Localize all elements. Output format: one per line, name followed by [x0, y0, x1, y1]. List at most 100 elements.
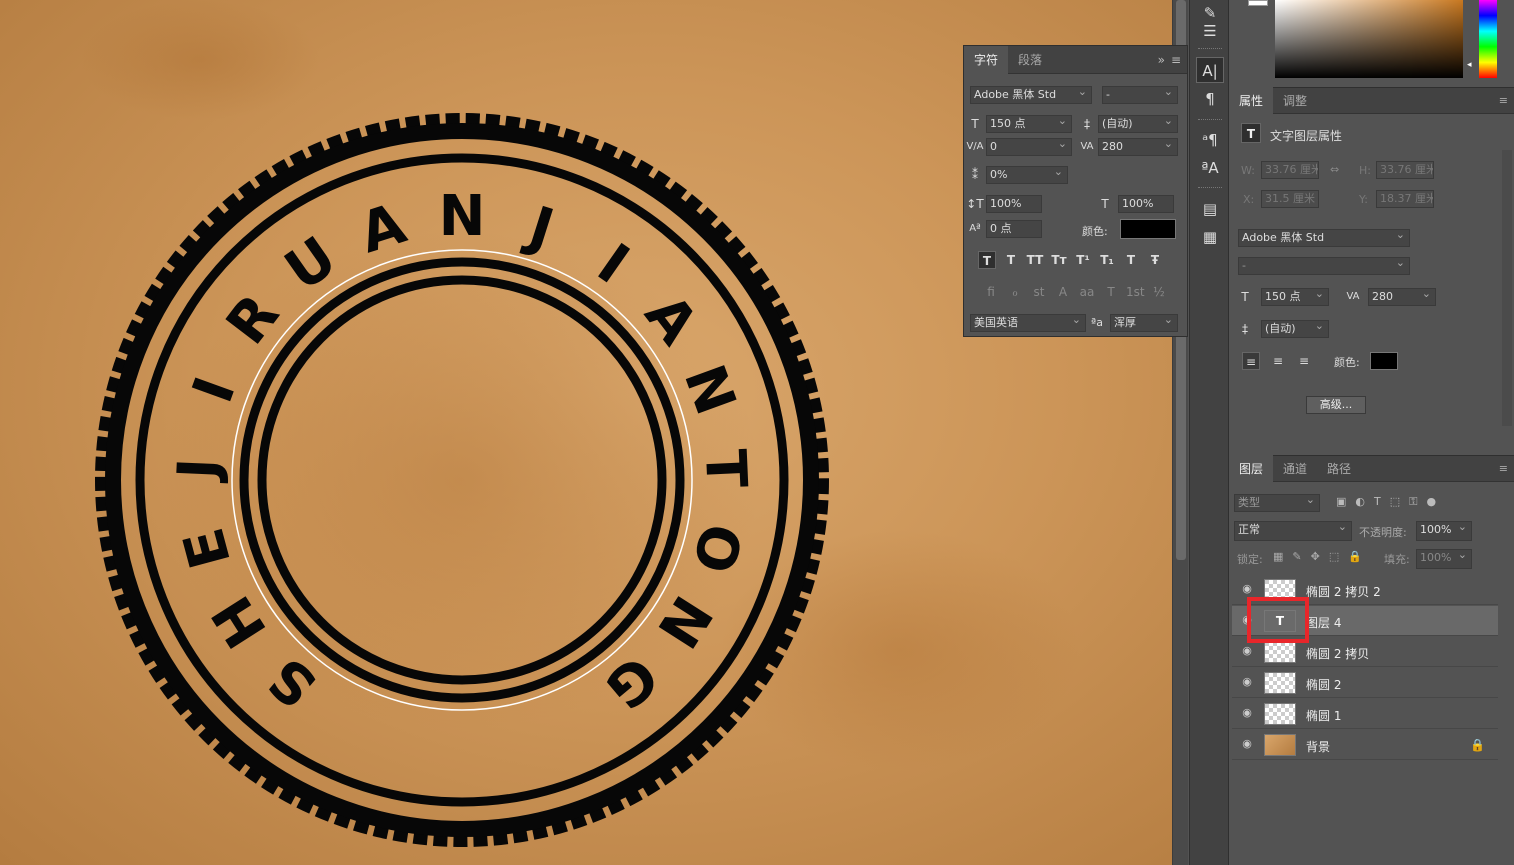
- style-button[interactable]: T₁: [1098, 251, 1116, 269]
- opentype-button[interactable]: fi: [982, 283, 1000, 301]
- baseline-field[interactable]: 0 点: [986, 220, 1042, 238]
- style-button[interactable]: TT: [1026, 251, 1044, 269]
- layer-filter-icons[interactable]: ▣◐T⬚⚿●: [1336, 495, 1445, 509]
- lock-icons[interactable]: ▦✎✥⬚🔒: [1273, 550, 1371, 563]
- opentype-button[interactable]: ½: [1150, 283, 1168, 301]
- kerning-field[interactable]: 0: [986, 138, 1072, 156]
- layer-row[interactable]: ◉ 椭圆 2: [1232, 668, 1498, 698]
- vertical-scale-icon: ↕T: [966, 197, 984, 211]
- opentype-button[interactable]: st: [1030, 283, 1048, 301]
- style-button[interactable]: T: [978, 251, 996, 269]
- style-button[interactable]: T: [1122, 251, 1140, 269]
- tsume-field[interactable]: 0%: [986, 166, 1068, 184]
- font-family-select[interactable]: Adobe 黑体 Std: [970, 86, 1092, 104]
- notes-icon[interactable]: ▦: [1196, 224, 1224, 250]
- prop-color-swatch[interactable]: [1370, 352, 1398, 370]
- text-color-swatch[interactable]: [1120, 219, 1176, 239]
- properties-scrollbar[interactable]: [1502, 150, 1512, 426]
- opentype-button[interactable]: ℴ: [1006, 283, 1024, 301]
- opentype-button[interactable]: aa: [1078, 283, 1096, 301]
- lock-label: 锁定:: [1237, 553, 1263, 566]
- panel-menu-icon[interactable]: ≡: [1171, 53, 1181, 67]
- divider: [1198, 119, 1222, 121]
- opacity-label: 不透明度:: [1359, 526, 1407, 539]
- visibility-eye-icon[interactable]: ◉: [1240, 644, 1254, 658]
- leading-field[interactable]: (自动): [1098, 115, 1178, 133]
- character-panel-tabs: 字符 段落 » ≡: [964, 45, 1187, 74]
- width-field[interactable]: 33.76 厘米: [1261, 161, 1319, 179]
- tab-paths[interactable]: 路径: [1317, 455, 1361, 483]
- opentype-button[interactable]: 1st: [1126, 283, 1145, 301]
- visibility-eye-icon[interactable]: ◉: [1240, 737, 1254, 751]
- prop-font-family-select[interactable]: Adobe 黑体 Std: [1238, 229, 1410, 247]
- properties-title: 文字图层属性: [1270, 129, 1343, 143]
- prop-tracking-icon: VA: [1346, 291, 1360, 302]
- layer-name: 图层 4: [1306, 616, 1342, 630]
- height-field[interactable]: 33.76 厘米: [1376, 161, 1434, 179]
- panel-menu-icon[interactable]: ≡: [1499, 462, 1508, 475]
- leading-icon: ‡: [1084, 117, 1090, 131]
- prop-font-style-select[interactable]: -: [1238, 257, 1410, 275]
- layer-thumbnail: [1264, 734, 1296, 756]
- vertical-scale-field[interactable]: 100%: [986, 195, 1042, 213]
- horizontal-scale-icon: T: [1101, 197, 1109, 211]
- opentype-button[interactable]: T: [1102, 283, 1120, 301]
- paper-stain: [80, 0, 320, 120]
- advanced-button[interactable]: 高级...: [1306, 396, 1366, 414]
- color-picker-field[interactable]: [1275, 0, 1463, 78]
- layer-filter-select[interactable]: 类型: [1234, 494, 1320, 512]
- visibility-eye-icon[interactable]: ◉: [1240, 706, 1254, 720]
- font-size-field[interactable]: 150 点: [986, 115, 1072, 133]
- blend-mode-select[interactable]: 正常: [1234, 521, 1352, 541]
- prop-tracking-field[interactable]: 280: [1368, 288, 1436, 306]
- glyphs-icon[interactable]: ªA: [1196, 155, 1224, 181]
- baseline-icon: Aª: [969, 223, 981, 234]
- tab-channels[interactable]: 通道: [1273, 455, 1317, 483]
- y-label: Y:: [1359, 193, 1368, 206]
- antialias-select[interactable]: 浑厚: [1110, 314, 1178, 332]
- visibility-eye-icon[interactable]: ◉: [1240, 582, 1254, 596]
- char-styles-icon[interactable]: ᵃ¶: [1196, 127, 1224, 153]
- prop-size-icon: T: [1241, 290, 1249, 304]
- y-field[interactable]: 18.37 厘米: [1376, 190, 1434, 208]
- tab-layers[interactable]: 图层: [1229, 454, 1274, 483]
- sliders-icon[interactable]: ☰: [1196, 18, 1224, 44]
- style-button[interactable]: T¹: [1074, 251, 1092, 269]
- horizontal-scale-field[interactable]: 100%: [1118, 195, 1174, 213]
- properties-tabs: 属性 调整 ≡: [1229, 86, 1514, 115]
- prop-size-field[interactable]: 150 点: [1261, 288, 1329, 306]
- text-tool-icon[interactable]: A|: [1196, 57, 1224, 83]
- paragraph-icon[interactable]: ¶: [1196, 86, 1224, 112]
- align-right-icon[interactable]: ≡: [1295, 352, 1313, 370]
- layers-tabs: 图层 通道 路径 ≡: [1229, 454, 1514, 483]
- doc-icon[interactable]: ▤: [1196, 196, 1224, 222]
- visibility-eye-icon[interactable]: ◉: [1240, 675, 1254, 689]
- divider: [1198, 48, 1222, 50]
- align-left-icon[interactable]: ≡: [1242, 352, 1260, 370]
- opentype-button[interactable]: A: [1054, 283, 1072, 301]
- prop-leading-field[interactable]: (自动): [1261, 320, 1329, 338]
- style-button[interactable]: Tт: [1050, 251, 1068, 269]
- style-button[interactable]: T: [1002, 251, 1020, 269]
- font-size-icon: T: [971, 117, 979, 131]
- layer-row[interactable]: ◉ 椭圆 1: [1232, 699, 1498, 729]
- language-select[interactable]: 美国英语: [970, 314, 1086, 332]
- tab-properties[interactable]: 属性: [1229, 86, 1274, 115]
- layer-row[interactable]: ◉ 背景 🔒: [1232, 730, 1498, 760]
- fill-field[interactable]: 100%: [1416, 549, 1472, 569]
- link-icon[interactable]: ⇔: [1330, 163, 1339, 176]
- tab-adjustments[interactable]: 调整: [1273, 87, 1317, 115]
- font-style-select[interactable]: -: [1102, 86, 1178, 104]
- highlight-box: [1247, 597, 1309, 643]
- style-button[interactable]: Ŧ: [1146, 251, 1164, 269]
- align-center-icon[interactable]: ≡: [1269, 352, 1287, 370]
- collapse-icon[interactable]: »: [1158, 53, 1165, 67]
- tracking-field[interactable]: 280: [1098, 138, 1178, 156]
- tab-paragraph[interactable]: 段落: [1008, 46, 1052, 74]
- tab-character[interactable]: 字符: [964, 45, 1009, 74]
- panel-menu-icon[interactable]: ≡: [1499, 94, 1508, 107]
- hue-slider[interactable]: [1479, 0, 1497, 78]
- x-field[interactable]: 31.5 厘米: [1261, 190, 1319, 208]
- opacity-field[interactable]: 100%: [1416, 521, 1472, 541]
- foreground-color-swatch[interactable]: [1248, 0, 1268, 6]
